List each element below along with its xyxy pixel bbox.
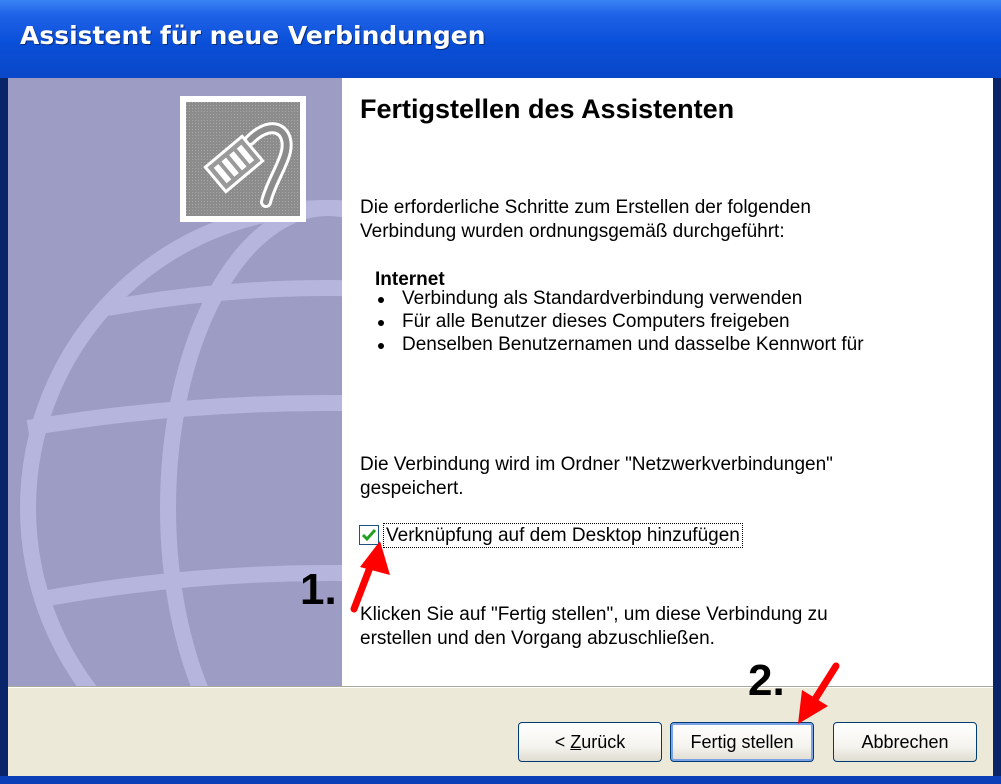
back-button[interactable]: < Zurück	[518, 722, 662, 762]
wizard-content	[342, 78, 993, 686]
back-mnemonic: Z	[570, 731, 582, 752]
shortcut-checkbox-label[interactable]: Verknüpfung auf dem Desktop hinzufügen	[383, 523, 743, 548]
network-cable-icon	[180, 96, 306, 222]
bullet-icon	[378, 320, 384, 326]
saved-text-line1: Die Verbindung wird im Ordner "Netzwerkv…	[360, 454, 833, 475]
settings-item: Für alle Benutzer dieses Computers freig…	[402, 311, 790, 332]
window-title: Assistent für neue Verbindungen	[20, 21, 486, 50]
bullet-icon	[378, 343, 384, 349]
bullet-icon	[378, 297, 384, 303]
window-frame-bottom	[0, 776, 1001, 784]
cancel-button[interactable]: Abbrechen	[833, 722, 977, 762]
intro-text-line1: Die erforderliche Schritte zum Erstellen…	[360, 197, 811, 218]
step2-label: 2.	[748, 656, 785, 705]
settings-item: Verbindung als Standardverbindung verwen…	[402, 288, 803, 309]
step2-arrow-icon	[798, 662, 840, 724]
step1-arrow-icon	[350, 541, 390, 613]
back-label: urück	[581, 731, 626, 752]
step1-label: 1.	[300, 565, 337, 614]
page-heading: Fertigstellen des Assistenten	[360, 94, 735, 124]
intro-text-line2: Verbindung wurden ordnungsgemäß durchgef…	[360, 221, 785, 242]
title-bar[interactable]: Assistent für neue Verbindungen	[0, 0, 1001, 78]
wizard-window: Assistent für neue Verbindungen Fertigst…	[0, 0, 1001, 784]
finish-text-line2: erstellen und den Vorgang abzuschließen.	[360, 628, 715, 649]
saved-text-line2: gespeichert.	[360, 478, 464, 499]
settings-item: Denselben Benutzernamen und dasselbe Ken…	[402, 334, 864, 355]
back-prefix: <	[554, 731, 571, 752]
finish-text-line1: Klicken Sie auf "Fertig stellen", um die…	[360, 604, 828, 625]
